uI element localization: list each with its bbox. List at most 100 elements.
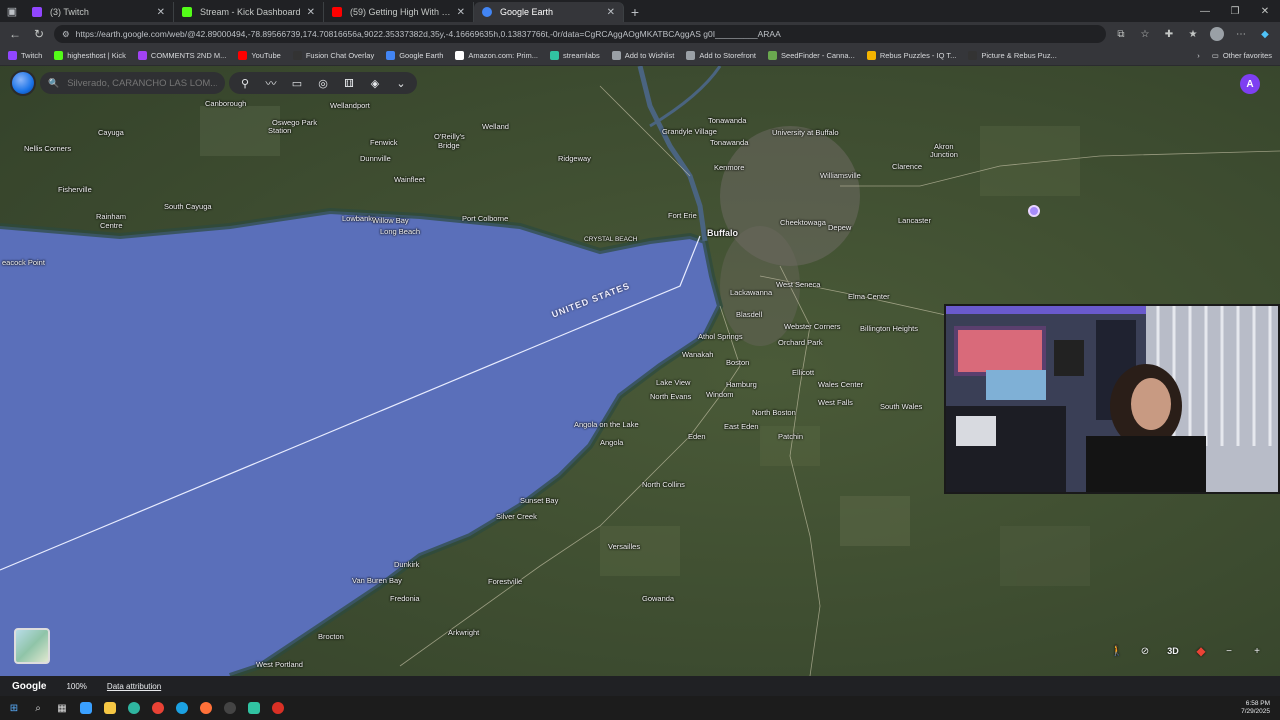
place-label: Lake View: [656, 378, 691, 387]
obs-icon[interactable]: [220, 698, 240, 718]
tab-title: Stream - Kick Dashboard: [200, 7, 301, 17]
url-text: https://earth.google.com/web/@42.8900049…: [75, 29, 781, 39]
compass-icon[interactable]: ◆: [1190, 640, 1212, 662]
tab-twitch[interactable]: (3) Twitch ✕: [24, 2, 174, 22]
placemark-pin-icon[interactable]: [1028, 205, 1040, 217]
bookmark-item[interactable]: Twitch: [8, 51, 42, 60]
reload-icon[interactable]: ↻: [30, 25, 48, 43]
close-tab-icon[interactable]: ✕: [457, 7, 465, 18]
random-place-icon[interactable]: ⚅: [337, 73, 361, 93]
bookmark-favicon-icon: [686, 51, 696, 60]
bookmark-label: streamlabs: [563, 51, 600, 60]
extensions-icon[interactable]: ✚: [1160, 25, 1178, 43]
bookmark-item[interactable]: Add to Storefront: [686, 51, 756, 60]
close-tab-icon[interactable]: ✕: [157, 7, 165, 18]
app-icon[interactable]: [268, 698, 288, 718]
copilot-app-icon[interactable]: [76, 698, 96, 718]
bookmark-item[interactable]: streamlabs: [550, 51, 600, 60]
ruler-icon[interactable]: ▭: [285, 73, 309, 93]
place-label: Hamburg: [726, 380, 757, 389]
clock-date: 7/29/2025: [1241, 708, 1270, 715]
pegman-icon[interactable]: 🚶: [1106, 640, 1128, 662]
tab-kick-dashboard[interactable]: Stream - Kick Dashboard ✕: [174, 2, 324, 22]
tab-actions-icon[interactable]: ▣: [0, 0, 24, 22]
new-tab-button[interactable]: +: [624, 2, 646, 22]
profile-avatar[interactable]: [1208, 25, 1226, 43]
edge-icon[interactable]: [124, 698, 144, 718]
place-label: Clarence: [892, 162, 923, 171]
streamlabs-icon[interactable]: [244, 698, 264, 718]
search-box[interactable]: 🔍: [40, 72, 225, 94]
folder-icon: ▭: [1211, 51, 1219, 60]
close-window-icon[interactable]: ✕: [1250, 0, 1280, 22]
bookmark-item[interactable]: SeedFinder - Canna...: [768, 51, 855, 60]
maximize-icon[interactable]: ❐: [1220, 0, 1250, 22]
place-label: O'Reilly's: [434, 132, 465, 141]
bookmark-item[interactable]: Fusion Chat Overlay: [292, 51, 374, 60]
data-attribution-link[interactable]: Data attribution: [107, 682, 161, 691]
system-clock[interactable]: 6:58 PM 7/29/2025: [1241, 700, 1276, 716]
clock-time: 6:58 PM: [1245, 700, 1270, 707]
tab-google-earth[interactable]: Google Earth ✕: [474, 2, 624, 22]
site-info-icon[interactable]: ⚙: [62, 29, 70, 40]
minimize-icon[interactable]: —: [1190, 0, 1220, 22]
bookmark-item[interactable]: highesthost | Kick: [54, 51, 126, 60]
bookmark-item[interactable]: Google Earth: [386, 51, 443, 60]
place-label: Ridgeway: [558, 154, 591, 163]
voyager-icon[interactable]: ◎: [311, 73, 335, 93]
favorites-icon[interactable]: ★: [1184, 25, 1202, 43]
file-explorer-icon[interactable]: [100, 698, 120, 718]
zoom-in-icon[interactable]: +: [1246, 640, 1268, 662]
windows-taskbar: ⊞ ⌕ ▦ 6:58 PM 7/29/2025: [0, 696, 1280, 720]
place-label: Wellandport: [330, 101, 370, 110]
bookmark-item[interactable]: Amazon.com: Prim...: [455, 51, 538, 60]
bookmark-item[interactable]: COMMENTS 2ND M...: [137, 51, 226, 60]
zoom-out-icon[interactable]: −: [1218, 640, 1240, 662]
address-bar[interactable]: ⚙ https://earth.google.com/web/@42.89000…: [54, 25, 1106, 43]
more-bookmarks-icon[interactable]: ›: [1197, 51, 1200, 60]
place-label: Athol Springs: [698, 332, 743, 341]
other-favorites-folder[interactable]: ▭ Other favorites: [1212, 51, 1272, 60]
bookmark-star-icon[interactable]: ☆: [1136, 25, 1154, 43]
bookmark-label: Amazon.com: Prim...: [468, 51, 539, 60]
search-icon[interactable]: ⌕: [28, 698, 48, 718]
bookmark-label: Google Earth: [399, 51, 444, 60]
placemark-icon[interactable]: ⚲: [233, 73, 257, 93]
toggle-3d-button[interactable]: 3D: [1162, 640, 1184, 662]
close-tab-icon[interactable]: ✕: [607, 7, 615, 18]
place-label: Angola: [600, 438, 624, 447]
start-icon[interactable]: ⊞: [4, 698, 24, 718]
map-style-button[interactable]: [14, 628, 50, 664]
place-label: Billington Heights: [860, 324, 918, 333]
place-label: Williamsville: [820, 171, 861, 180]
bookmark-item[interactable]: Picture & Rebus Puz...: [968, 51, 1057, 60]
tab-title: (3) Twitch: [50, 7, 89, 17]
place-label: Arkwright: [448, 628, 480, 637]
google-earth-menu-button[interactable]: [10, 70, 36, 96]
chevron-down-icon[interactable]: ⌄: [389, 73, 413, 93]
reset-tilt-icon[interactable]: ⊘: [1134, 640, 1156, 662]
earth-map-view[interactable]: 🔍 ⚲ 〰 ▭ ◎ ⚅ ◈ ⌄ A UNITED STATES Canborou…: [0, 66, 1280, 676]
search-input[interactable]: [67, 77, 217, 89]
bookmark-item[interactable]: Rebus Puzzles - IQ T...: [866, 51, 956, 60]
chrome-icon[interactable]: [148, 698, 168, 718]
install-app-icon[interactable]: ⧉: [1112, 25, 1130, 43]
bookmark-label: Add to Storefront: [699, 51, 757, 60]
task-view-icon[interactable]: ▦: [52, 698, 72, 718]
path-icon[interactable]: 〰: [259, 73, 283, 93]
bookmark-item[interactable]: YouTube: [238, 51, 281, 60]
account-avatar[interactable]: A: [1240, 74, 1260, 94]
place-label: Van Buren Bay: [352, 576, 402, 585]
zoom-level: 100%: [66, 681, 87, 691]
place-label: North Collins: [642, 480, 685, 489]
firefox-icon[interactable]: [196, 698, 216, 718]
menu-icon[interactable]: ⋯: [1232, 25, 1250, 43]
back-icon[interactable]: ←: [6, 25, 24, 43]
edge-active-icon[interactable]: [172, 698, 192, 718]
bookmark-item[interactable]: Add to Wishlist: [611, 51, 674, 60]
copilot-icon[interactable]: ◆: [1256, 25, 1274, 43]
place-label: Nellis Corners: [24, 144, 72, 153]
close-tab-icon[interactable]: ✕: [307, 7, 315, 18]
tab-youtube[interactable]: (59) Getting High With - YouTube ✕: [324, 2, 474, 22]
layers-icon[interactable]: ◈: [363, 73, 387, 93]
